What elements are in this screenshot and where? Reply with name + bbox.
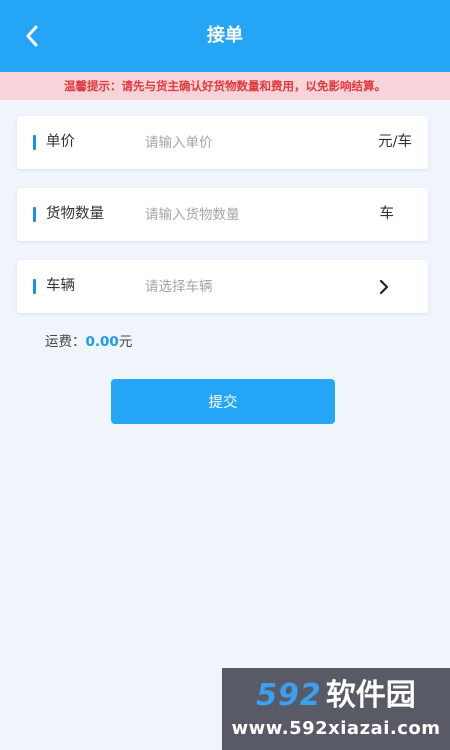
quantity-row: 货物数量 车 <box>17 188 428 241</box>
chevron-right-icon[interactable] <box>378 278 390 296</box>
vehicle-select[interactable] <box>145 272 365 301</box>
vehicle-label: 车辆 <box>46 278 75 294</box>
quantity-unit: 车 <box>379 206 395 222</box>
freight-fee-currency: 元 <box>118 334 133 350</box>
watermark-number: 592 <box>256 678 322 713</box>
row-accent-bar <box>33 279 36 294</box>
freight-fee-label: 运费： <box>45 334 86 350</box>
unit-price-input[interactable] <box>145 128 365 157</box>
app-header: 接单 <box>0 0 450 72</box>
watermark-url: www.592xiazai.com <box>231 718 441 739</box>
watermark-brand: 软件园 <box>325 678 416 713</box>
unit-price-row: 单价 元/车 <box>17 116 428 169</box>
site-watermark: 592 软件园 www.592xiazai.com <box>222 668 450 750</box>
freight-fee: 运费：0.00元 <box>45 330 132 350</box>
quantity-input[interactable] <box>145 200 365 229</box>
row-accent-bar <box>33 135 36 150</box>
submit-button[interactable]: 提交 <box>111 379 335 424</box>
vehicle-row[interactable]: 车辆 <box>17 260 428 313</box>
row-accent-bar <box>33 207 36 222</box>
page-title: 接单 <box>207 25 243 46</box>
quantity-label: 货物数量 <box>46 206 104 222</box>
watermark-logo: 592 软件园 <box>230 676 442 716</box>
warning-notice: 温馨提示：请先与货主确认好货物数量和费用，以免影响结算。 <box>0 72 450 100</box>
unit-price-unit: 元/车 <box>378 134 412 150</box>
freight-fee-amount: 0.00 <box>85 334 119 350</box>
unit-price-label: 单价 <box>46 134 75 150</box>
